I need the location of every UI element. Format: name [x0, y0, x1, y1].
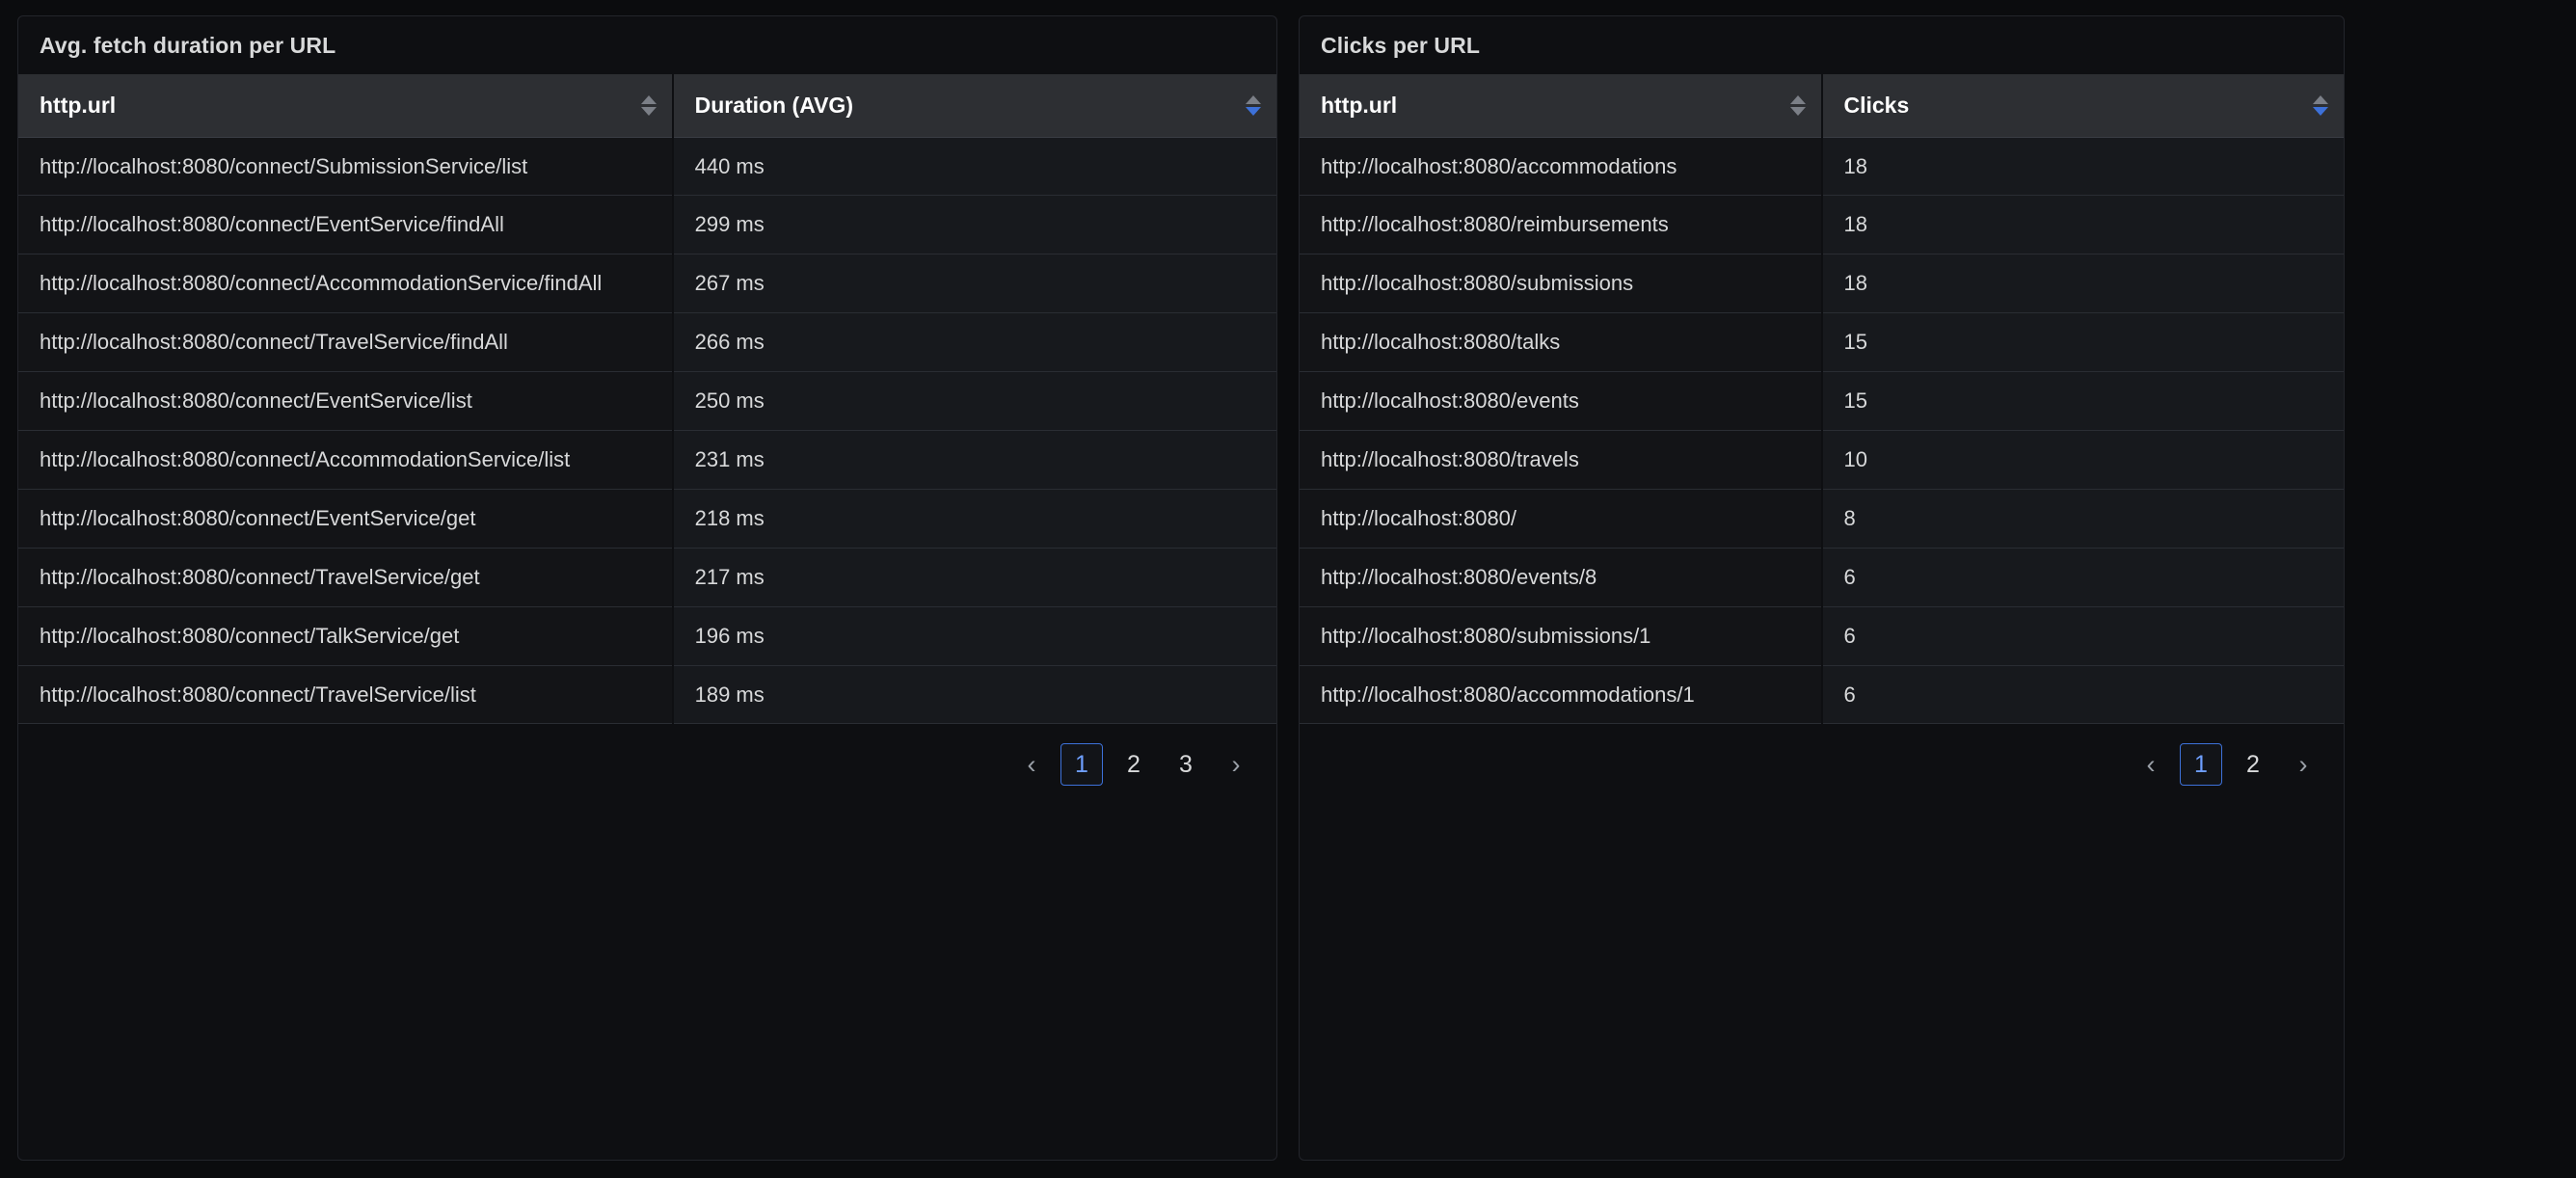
- sort-indicator-desc-icon[interactable]: [1246, 92, 1261, 119]
- cell-url: http://localhost:8080/connect/TalkServic…: [18, 606, 673, 666]
- table-row[interactable]: http://localhost:8080/events 15: [1300, 371, 2344, 431]
- cell-url: http://localhost:8080/connect/EventServi…: [18, 489, 673, 549]
- column-header-http-url[interactable]: http.url: [1300, 74, 1822, 138]
- cell-url: http://localhost:8080/events/8: [1300, 548, 1822, 607]
- column-header-http-url[interactable]: http.url: [18, 74, 673, 138]
- panel-clicks-per-url: Clicks per URL http.url Clicks http://lo…: [1299, 15, 2345, 1161]
- table-row[interactable]: http://localhost:8080/submissions 18: [1300, 254, 2344, 314]
- table-row[interactable]: http://localhost:8080/connect/TravelServ…: [18, 548, 1276, 607]
- column-header-label: http.url: [40, 92, 117, 118]
- cell-url: http://localhost:8080/connect/TravelServ…: [18, 312, 673, 373]
- data-table: http.url Clicks http://localhost:8080/ac…: [1300, 74, 2344, 725]
- column-header-duration-avg[interactable]: Duration (AVG): [671, 74, 1276, 138]
- column-header-clicks[interactable]: Clicks: [1820, 74, 2344, 138]
- table-row[interactable]: http://localhost:8080/connect/EventServi…: [18, 489, 1276, 549]
- cell-url: http://localhost:8080/talks: [1300, 312, 1822, 373]
- cell-url: http://localhost:8080/events: [1300, 371, 1822, 431]
- cell-value: 196 ms: [671, 606, 1276, 666]
- cell-value: 299 ms: [671, 195, 1276, 255]
- cell-url: http://localhost:8080/submissions/1: [1300, 606, 1822, 666]
- table-row[interactable]: http://localhost:8080/submissions/1 6: [1300, 606, 2344, 666]
- table-row[interactable]: http://localhost:8080/connect/TravelServ…: [18, 665, 1276, 725]
- pagination-page-1[interactable]: 1: [2180, 743, 2222, 787]
- cell-url: http://localhost:8080/submissions: [1300, 254, 1822, 314]
- column-header-label: Duration (AVG): [694, 92, 853, 118]
- table-row[interactable]: http://localhost:8080/connect/Submission…: [18, 137, 1276, 197]
- cell-value: 6: [1820, 548, 2344, 607]
- data-table: http.url Duration (AVG) http://localhost…: [18, 74, 1276, 725]
- cell-url: http://localhost:8080/connect/TravelServ…: [18, 665, 673, 725]
- table-body: http://localhost:8080/connect/Submission…: [18, 137, 1276, 725]
- cell-value: 6: [1820, 665, 2344, 725]
- cell-value: 10: [1820, 430, 2344, 490]
- table-container: http.url Duration (AVG) http://localhost…: [18, 74, 1276, 725]
- table-row[interactable]: http://localhost:8080/connect/Accommodat…: [18, 430, 1276, 490]
- table-header-row: http.url Duration (AVG): [18, 74, 1276, 138]
- sort-indicator-icon[interactable]: [1789, 92, 1806, 119]
- table-row[interactable]: http://localhost:8080/connect/TravelServ…: [18, 312, 1276, 373]
- cell-url: http://localhost:8080/accommodations/1: [1300, 665, 1822, 725]
- cell-value: 15: [1820, 371, 2344, 431]
- panel-title: Clicks per URL: [1321, 33, 1481, 58]
- table-container: http.url Clicks http://localhost:8080/ac…: [1300, 74, 2344, 725]
- column-header-label: Clicks: [1843, 92, 1910, 118]
- cell-url: http://localhost:8080/connect/EventServi…: [18, 195, 673, 255]
- pagination-page-1[interactable]: 1: [1060, 743, 1103, 787]
- table-row[interactable]: http://localhost:8080/connect/Accommodat…: [18, 254, 1276, 314]
- cell-value: 267 ms: [671, 254, 1276, 314]
- cell-value: 8: [1820, 489, 2344, 549]
- pagination: ‹ 1 2 3 ›: [18, 724, 1276, 787]
- cell-value: 440 ms: [671, 137, 1276, 197]
- panel-empty-space: [1300, 786, 2344, 1160]
- cell-value: 15: [1820, 312, 2344, 373]
- table-row[interactable]: http://localhost:8080/connect/EventServi…: [18, 195, 1276, 255]
- table-header-row: http.url Clicks: [1300, 74, 2344, 138]
- pagination-page-2[interactable]: 2: [1113, 743, 1155, 786]
- table-row[interactable]: http://localhost:8080/accommodations/1 6: [1300, 665, 2344, 725]
- cell-value: 217 ms: [671, 548, 1276, 607]
- table-row[interactable]: http://localhost:8080/8: [1300, 489, 2344, 549]
- table-row[interactable]: http://localhost:8080/accommodations 18: [1300, 137, 2344, 197]
- sort-indicator-icon[interactable]: [640, 92, 657, 119]
- table-row[interactable]: http://localhost:8080/connect/EventServi…: [18, 371, 1276, 431]
- cell-value: 189 ms: [671, 665, 1276, 725]
- pagination-page-3[interactable]: 3: [1165, 743, 1207, 786]
- panel-empty-space: [18, 786, 1276, 1160]
- dashboard-root: Avg. fetch duration per URL http.url Dur…: [0, 0, 2576, 1178]
- panel-title: Avg. fetch duration per URL: [40, 33, 336, 58]
- cell-url: http://localhost:8080/connect/TravelServ…: [18, 548, 673, 607]
- cell-value: 18: [1820, 254, 2344, 314]
- pagination-prev-icon[interactable]: ‹: [2132, 743, 2170, 786]
- table-row[interactable]: http://localhost:8080/talks 15: [1300, 312, 2344, 373]
- cell-url: http://localhost:8080/: [1300, 489, 1822, 549]
- pagination-page-2[interactable]: 2: [2232, 743, 2274, 786]
- cell-value: 6: [1820, 606, 2344, 666]
- sort-indicator-desc-icon[interactable]: [2313, 92, 2328, 119]
- cell-url: http://localhost:8080/travels: [1300, 430, 1822, 490]
- cell-url: http://localhost:8080/connect/Submission…: [18, 137, 673, 197]
- cell-url: http://localhost:8080/accommodations: [1300, 137, 1822, 197]
- cell-url: http://localhost:8080/connect/Accommodat…: [18, 254, 673, 314]
- cell-value: 250 ms: [671, 371, 1276, 431]
- pagination-prev-icon[interactable]: ‹: [1012, 743, 1051, 786]
- cell-value: 18: [1820, 137, 2344, 197]
- cell-url: http://localhost:8080/connect/Accommodat…: [18, 430, 673, 490]
- cell-value: 266 ms: [671, 312, 1276, 373]
- column-header-label: http.url: [1321, 92, 1398, 118]
- pagination-next-icon[interactable]: ›: [2284, 743, 2322, 786]
- panel-avg-fetch-duration: Avg. fetch duration per URL http.url Dur…: [17, 15, 1277, 1161]
- cell-value: 18: [1820, 195, 2344, 255]
- table-row[interactable]: http://localhost:8080/travels 10: [1300, 430, 2344, 490]
- pagination: ‹ 1 2 ›: [1300, 724, 2344, 787]
- table-row[interactable]: http://localhost:8080/connect/TalkServic…: [18, 606, 1276, 666]
- cell-url: http://localhost:8080/reimbursements: [1300, 195, 1822, 255]
- table-row[interactable]: http://localhost:8080/events/8 6: [1300, 548, 2344, 607]
- cell-value: 231 ms: [671, 430, 1276, 490]
- pagination-next-icon[interactable]: ›: [1217, 743, 1255, 786]
- table-row[interactable]: http://localhost:8080/reimbursements 18: [1300, 195, 2344, 255]
- table-body: http://localhost:8080/accommodations 18 h…: [1300, 137, 2344, 725]
- cell-url: http://localhost:8080/connect/EventServi…: [18, 371, 673, 431]
- cell-value: 218 ms: [671, 489, 1276, 549]
